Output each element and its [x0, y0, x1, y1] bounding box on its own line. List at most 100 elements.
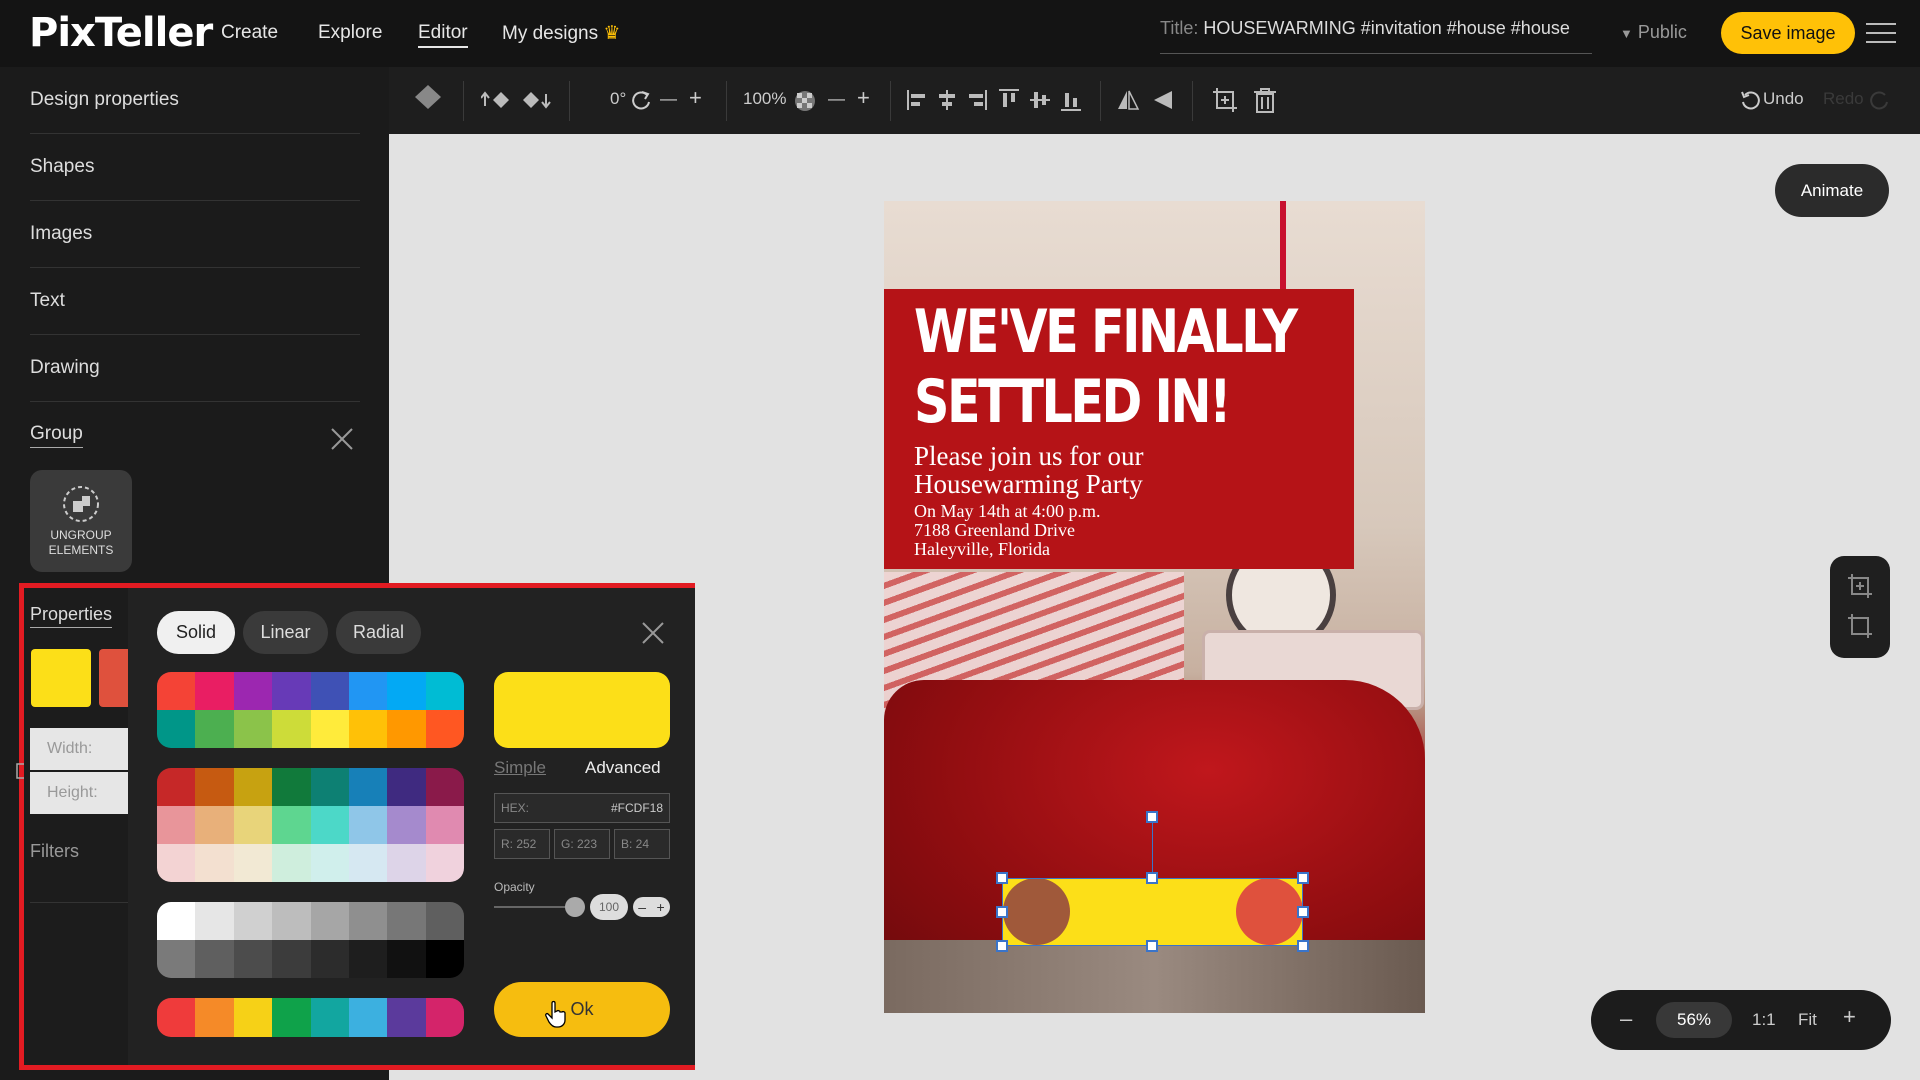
fill-mode-linear[interactable]: Linear	[243, 611, 328, 654]
opacity-zoom-value[interactable]: 100%	[743, 89, 786, 109]
color-swatch[interactable]	[272, 902, 311, 940]
color-swatch[interactable]	[348, 806, 388, 844]
color-swatch[interactable]	[310, 710, 349, 748]
color-swatch[interactable]	[348, 710, 388, 748]
opacity-slider-thumb[interactable]	[565, 897, 585, 917]
hex-input[interactable]: HEX: #FCDF18	[494, 793, 670, 823]
color-swatch[interactable]	[233, 768, 273, 806]
color-swatch[interactable]	[425, 672, 464, 710]
green-channel-input[interactable]: G: 223	[554, 829, 610, 859]
color-swatch[interactable]	[425, 940, 464, 978]
align-right-icon[interactable]	[966, 88, 988, 112]
hamburger-menu-icon[interactable]	[1866, 22, 1896, 44]
delete-icon[interactable]	[1252, 86, 1278, 114]
rotate-handle[interactable]	[1146, 811, 1158, 823]
color-swatch[interactable]	[195, 768, 234, 806]
sidebar-item-group[interactable]: Group	[30, 402, 360, 469]
opacity-minus-icon[interactable]: –	[638, 899, 646, 915]
send-backward-icon[interactable]	[521, 88, 551, 112]
undo-button[interactable]: Undo	[1763, 89, 1804, 109]
fill-color-swatch-red[interactable]	[99, 649, 129, 707]
duplicate-icon[interactable]	[1211, 86, 1239, 114]
color-swatch[interactable]	[387, 710, 426, 748]
color-swatch[interactable]	[348, 844, 388, 882]
tone-color-palette[interactable]	[157, 768, 464, 882]
color-swatch[interactable]	[233, 902, 273, 940]
opacity-decrease-icon[interactable]: —	[828, 89, 845, 109]
bright-color-palette[interactable]	[157, 998, 464, 1037]
opacity-increase-icon[interactable]: +	[857, 85, 870, 111]
color-swatch[interactable]	[310, 672, 349, 710]
color-swatch[interactable]	[233, 844, 273, 882]
grayscale-palette[interactable]	[157, 902, 464, 978]
color-swatch[interactable]	[425, 998, 464, 1037]
color-swatch[interactable]	[233, 998, 273, 1037]
ungroup-elements-button[interactable]: UNGROUP ELEMENTS	[30, 470, 132, 572]
actual-size-button[interactable]: 1:1	[1752, 1010, 1776, 1030]
zoom-level[interactable]: 56%	[1656, 1002, 1732, 1038]
height-field[interactable]: Height:	[30, 772, 128, 814]
rotation-value[interactable]: 0°	[610, 89, 626, 109]
sidebar-item-drawing[interactable]: Drawing	[30, 335, 360, 402]
design-headline[interactable]: WE'VE FINALLY SETTLED IN!	[914, 297, 1298, 437]
color-swatch[interactable]	[195, 844, 234, 882]
opacity-stepper[interactable]: – +	[633, 897, 670, 917]
transparency-icon[interactable]	[794, 90, 816, 112]
undo-icon[interactable]	[1739, 89, 1761, 111]
align-center-icon[interactable]	[936, 88, 958, 112]
design-details[interactable]: On May 14th at 4:00 p.m. 7188 Greenland …	[914, 502, 1101, 559]
filters-section[interactable]: Filters	[30, 841, 79, 862]
color-swatch[interactable]	[348, 672, 388, 710]
color-swatch[interactable]	[272, 844, 311, 882]
color-swatch[interactable]	[272, 806, 311, 844]
nav-explore[interactable]: Explore	[318, 22, 382, 44]
color-swatch[interactable]	[387, 672, 426, 710]
color-swatch[interactable]	[195, 672, 234, 710]
resize-handle-top-right[interactable]	[1297, 872, 1309, 884]
color-swatch[interactable]	[157, 998, 196, 1037]
color-swatch[interactable]	[233, 940, 273, 978]
resize-handle-bottom-right[interactable]	[1297, 940, 1309, 952]
redo-button[interactable]: Redo	[1823, 89, 1864, 109]
color-swatch[interactable]	[348, 902, 388, 940]
color-swatch[interactable]	[272, 672, 311, 710]
color-swatch[interactable]	[272, 768, 311, 806]
color-swatch[interactable]	[387, 940, 426, 978]
rotate-decrease-icon[interactable]: —	[660, 89, 677, 109]
color-swatch[interactable]	[425, 806, 464, 844]
color-swatch[interactable]	[195, 806, 234, 844]
color-swatch[interactable]	[310, 844, 349, 882]
rotate-increase-icon[interactable]: +	[689, 85, 702, 111]
color-swatch[interactable]	[195, 902, 234, 940]
width-field[interactable]: Width:	[30, 728, 128, 770]
color-swatch[interactable]	[195, 940, 234, 978]
color-swatch[interactable]	[387, 902, 426, 940]
sidebar-item-images[interactable]: Images	[30, 201, 360, 268]
color-swatch[interactable]	[157, 710, 196, 748]
nav-editor[interactable]: Editor	[418, 22, 468, 48]
fill-mode-solid[interactable]: Solid	[157, 611, 235, 654]
link-dimensions-icon[interactable]	[14, 762, 26, 780]
color-swatch[interactable]	[310, 940, 349, 978]
color-swatch[interactable]	[157, 940, 196, 978]
rotate-icon[interactable]	[630, 89, 652, 111]
color-swatch[interactable]	[425, 902, 464, 940]
bring-forward-icon[interactable]	[481, 88, 511, 112]
color-swatch[interactable]	[157, 806, 196, 844]
redo-icon[interactable]	[1869, 89, 1891, 111]
color-swatch[interactable]	[310, 806, 349, 844]
opacity-slider-track[interactable]	[494, 906, 574, 908]
resize-handle-bottom[interactable]	[1146, 940, 1158, 952]
save-image-button[interactable]: Save image	[1721, 12, 1855, 54]
opacity-plus-icon[interactable]: +	[657, 899, 665, 915]
animate-button[interactable]: Animate	[1775, 164, 1889, 217]
close-group-icon[interactable]	[330, 427, 354, 451]
color-swatch[interactable]	[387, 998, 426, 1037]
nav-create[interactable]: Create	[221, 22, 278, 44]
color-swatch[interactable]	[157, 768, 196, 806]
color-swatch[interactable]	[387, 806, 426, 844]
color-swatch[interactable]	[195, 710, 234, 748]
tab-simple[interactable]: Simple	[494, 758, 546, 778]
color-swatch[interactable]	[310, 902, 349, 940]
zoom-out-icon[interactable]: –	[1620, 1006, 1632, 1032]
